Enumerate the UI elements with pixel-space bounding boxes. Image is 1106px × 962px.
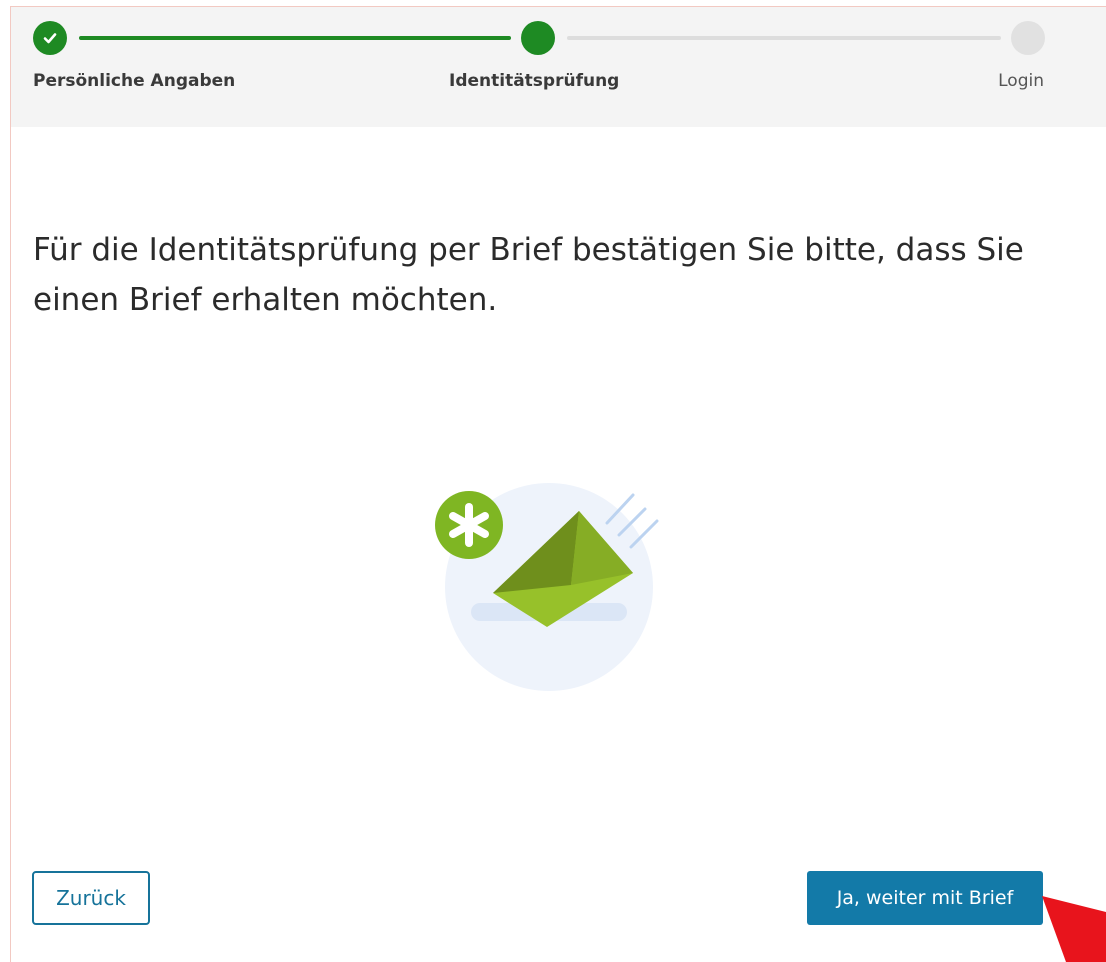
progress-stepper: Persönliche Angaben Identitätsprüfung Lo…: [11, 7, 1106, 127]
step-2-label: Identitätsprüfung: [449, 71, 620, 91]
step-1-check-icon: [33, 21, 67, 55]
check-icon: [43, 33, 57, 44]
letter-envelope-icon: [419, 477, 679, 697]
back-button[interactable]: Zurück: [32, 871, 150, 925]
page-headline: Für die Identitätsprüfung per Brief best…: [33, 232, 1024, 318]
step-3-pending-dot: [1011, 21, 1045, 55]
stepper-line-pending: [567, 36, 1001, 40]
registration-page: Persönliche Angaben Identitätsprüfung Lo…: [10, 6, 1106, 962]
step-3-label: Login: [998, 71, 1044, 91]
stepper-line-completed: [79, 36, 511, 40]
continue-with-letter-button[interactable]: Ja, weiter mit Brief: [807, 871, 1043, 925]
step-2-active-dot: [521, 21, 555, 55]
step-1-label: Persönliche Angaben: [33, 71, 236, 91]
red-pointer-arrow-icon: [1042, 896, 1106, 962]
